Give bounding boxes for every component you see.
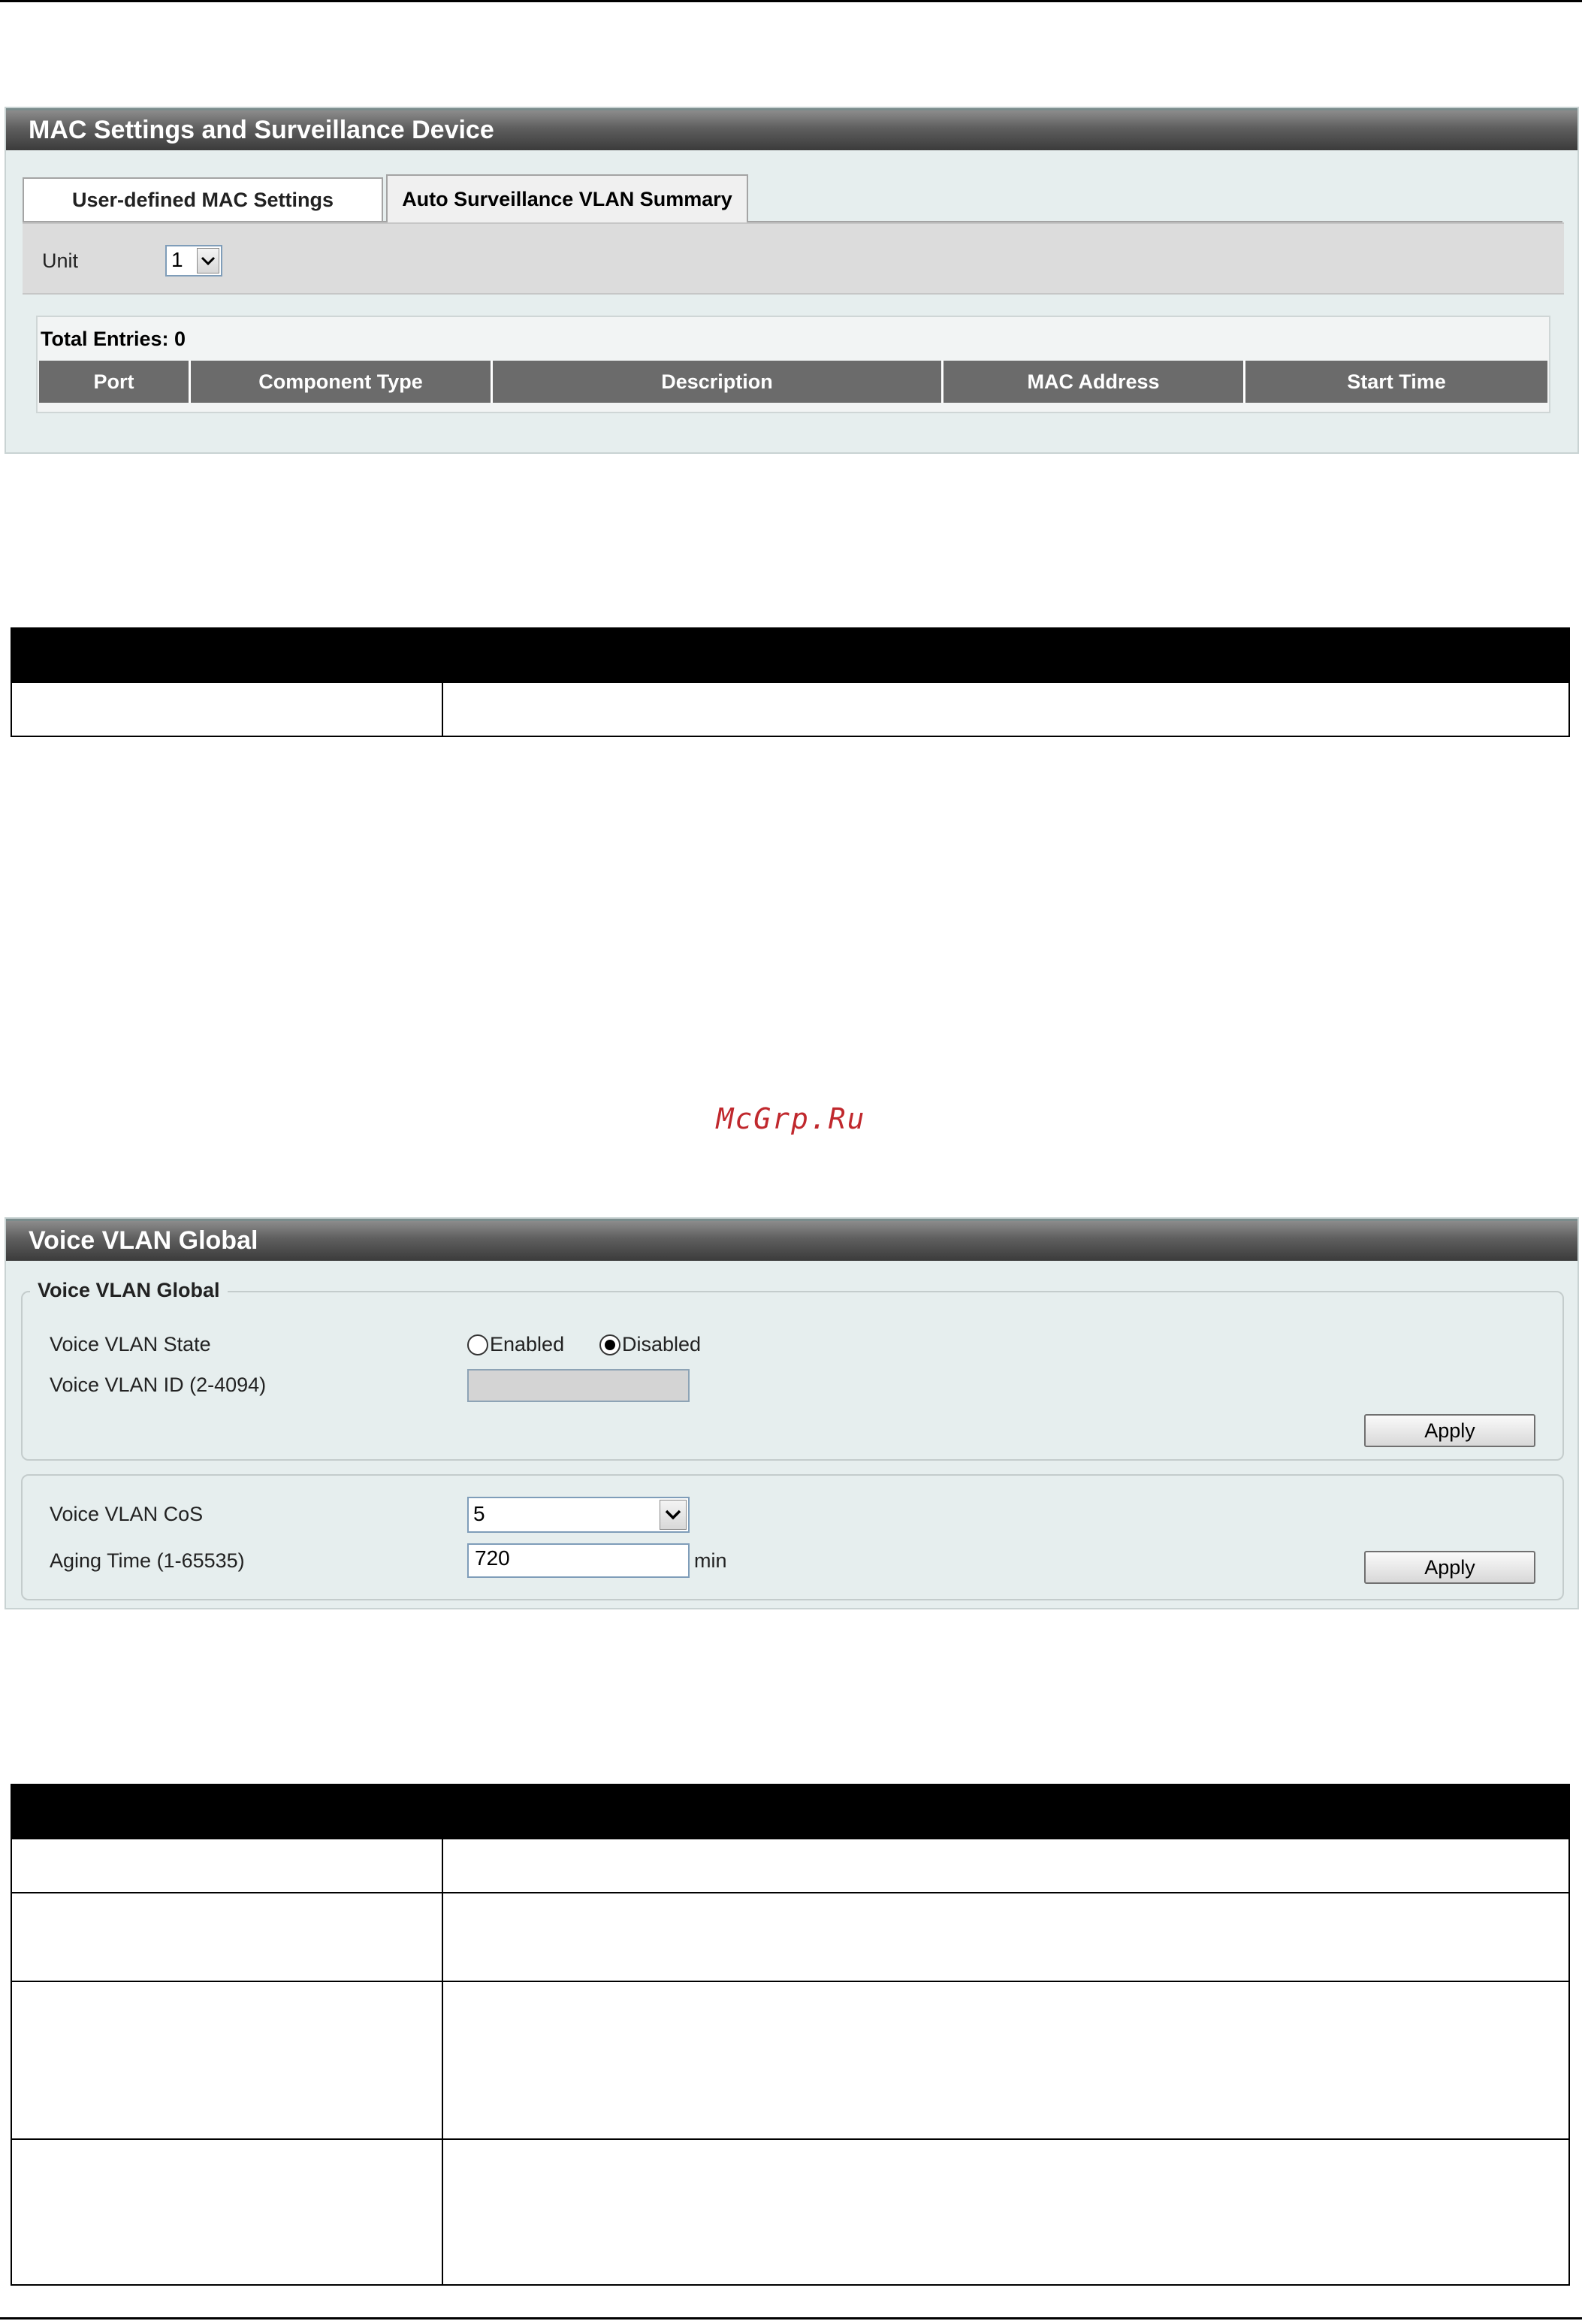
parameter-table-1 (11, 627, 1570, 737)
table-header-row (11, 1784, 1570, 1839)
cos-select-value: 5 (473, 1502, 485, 1525)
apply-button-cos[interactable]: Apply (1364, 1551, 1535, 1584)
voice-vlan-cos-select[interactable]: 5 (467, 1497, 690, 1533)
voice-vlan-cos-group (21, 1474, 1564, 1600)
top-rule (0, 0, 1582, 2)
panel-title: Voice VLAN Global (6, 1219, 1577, 1261)
total-entries: Total Entries: 0 (41, 328, 186, 350)
unit-select[interactable]: 1 (165, 245, 222, 277)
parameter-table-2 (11, 1784, 1570, 2286)
unit-label: Unit (42, 249, 79, 272)
enabled-radio-label: Enabled (490, 1333, 565, 1355)
voice-vlan-cos-label: Voice VLAN CoS (50, 1503, 204, 1525)
group-legend: Voice VLAN Global (30, 1279, 228, 1302)
table-row (11, 2138, 1570, 2286)
tab-user-defined-mac-settings[interactable]: User-defined MAC Settings (23, 177, 383, 221)
column-header-mac-address: MAC Address (943, 361, 1245, 403)
aging-time-unit: min (694, 1549, 727, 1572)
apply-button-state[interactable]: Apply (1364, 1414, 1535, 1447)
chevron-down-icon (197, 248, 219, 274)
radio-selected-dot (605, 1340, 615, 1350)
table-row (11, 1892, 1570, 1982)
table-row (11, 1838, 1570, 1893)
aging-time-label: Aging Time (1-65535) (50, 1549, 245, 1572)
table-header-row (11, 627, 1570, 683)
column-header-start-time: Start Time (1347, 370, 1446, 393)
voice-vlan-id-input[interactable] (467, 1369, 690, 1402)
table-row (11, 681, 1570, 737)
panel-title: MAC Settings and Surveillance Device (6, 108, 1577, 150)
disabled-radio-label: Disabled (622, 1333, 702, 1355)
column-header-port: Port (39, 361, 191, 403)
watermark: McGrp.Ru (716, 1102, 866, 1135)
chevron-down-icon (660, 1500, 687, 1530)
voice-vlan-global-panel: Voice VLAN Global Voice VLAN Global Voic… (5, 1217, 1579, 1609)
enabled-radio[interactable] (467, 1334, 488, 1355)
table-header: Port Component Type Description MAC Addr… (39, 361, 1547, 403)
column-header-component-type: Component Type (191, 361, 493, 403)
column-header-description: Description (493, 361, 943, 403)
voice-vlan-id-label: Voice VLAN ID (2-4094) (50, 1374, 267, 1396)
unit-bar (23, 222, 1564, 295)
table-row (11, 1981, 1570, 2140)
voice-vlan-state-label: Voice VLAN State (50, 1333, 211, 1355)
tab-auto-surveillance-vlan-summary[interactable]: Auto Surveillance VLAN Summary (386, 174, 748, 222)
unit-select-value: 1 (171, 248, 183, 271)
aging-time-input[interactable]: 720 (467, 1543, 690, 1578)
bottom-rule (0, 2317, 1582, 2319)
disabled-radio[interactable] (599, 1334, 620, 1355)
mac-settings-panel: MAC Settings and Surveillance Device Use… (5, 107, 1579, 454)
